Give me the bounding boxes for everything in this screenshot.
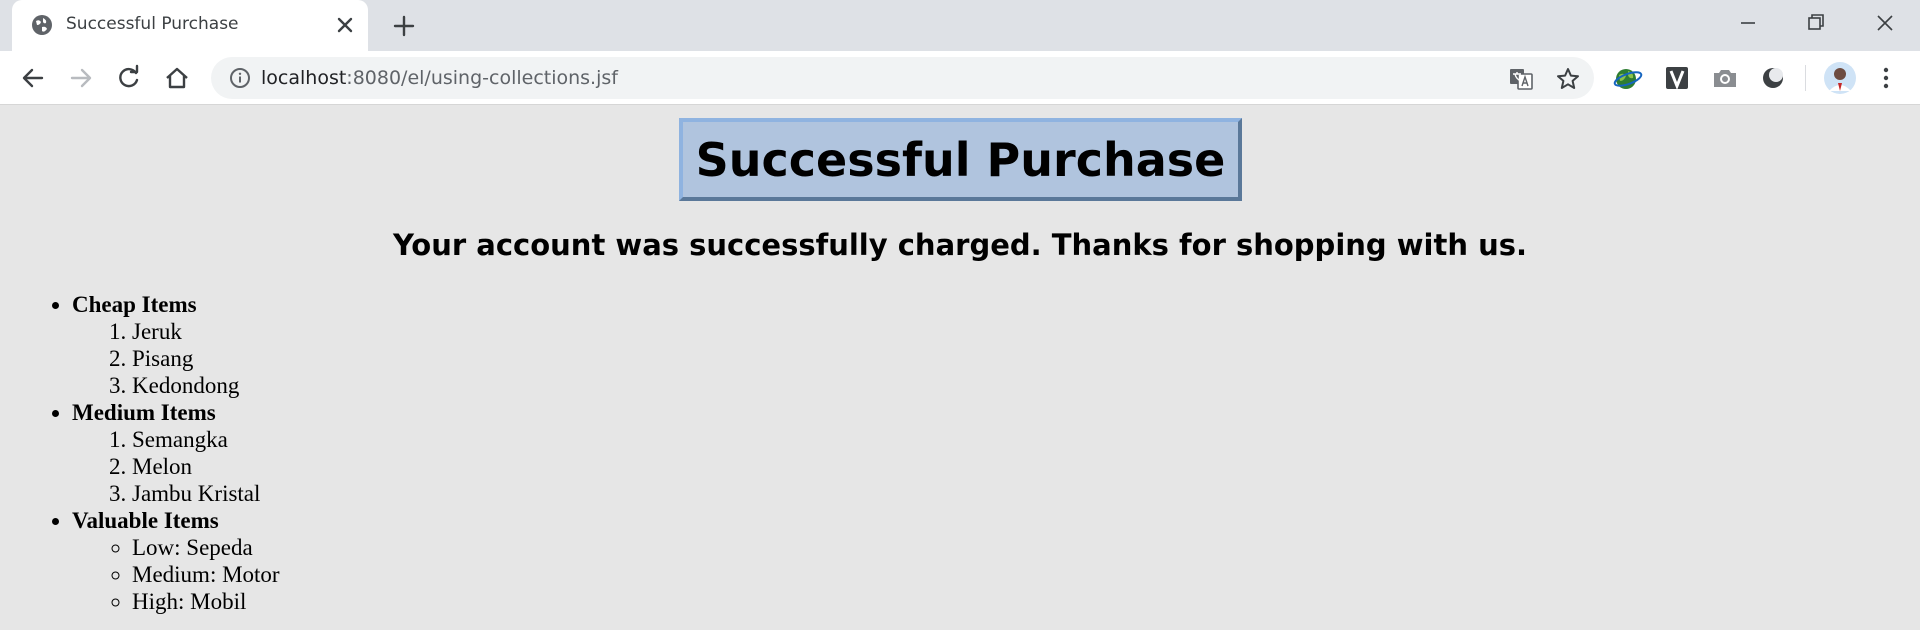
reload-icon[interactable] <box>115 64 143 92</box>
browser-toolbar: localhost:8080/el/using-collections.jsf <box>0 51 1920 105</box>
kebab-menu-icon[interactable] <box>1871 63 1901 93</box>
page-content: Successful Purchase Your account was suc… <box>0 106 1920 630</box>
toolbar-separator <box>1805 65 1806 91</box>
medium-items-list: Semangka Melon Jambu Kristal <box>72 426 280 507</box>
tab-strip: Successful Purchase <box>0 0 1920 51</box>
list-item: Melon <box>132 453 280 480</box>
translate-icon[interactable] <box>1508 66 1534 92</box>
item-categories: Cheap Items Jeruk Pisang Kedondong Mediu… <box>0 291 280 615</box>
list-item: Jambu Kristal <box>132 480 280 507</box>
vimium-icon[interactable] <box>1662 63 1692 93</box>
minimize-icon[interactable] <box>1733 8 1763 38</box>
url-path: :8080/el/using-collections.jsf <box>346 67 618 89</box>
list-item: Low: Sepeda <box>132 534 280 561</box>
camera-icon[interactable] <box>1710 63 1740 93</box>
globe-extension-icon[interactable] <box>1613 63 1643 93</box>
dark-reader-icon[interactable] <box>1758 63 1788 93</box>
close-icon[interactable] <box>334 14 356 36</box>
purchase-message: Your account was successfully charged. T… <box>392 228 1528 262</box>
arrow-right-icon[interactable] <box>67 64 95 92</box>
star-icon[interactable] <box>1555 66 1581 92</box>
arrow-left-icon[interactable] <box>19 64 47 92</box>
plus-icon[interactable] <box>391 13 417 39</box>
list-item: Kedondong <box>132 372 280 399</box>
cheap-items-list: Jeruk Pisang Kedondong <box>72 318 280 399</box>
url-host: localhost <box>261 67 347 89</box>
valuable-items-list: Low: Sepeda Medium: Motor High: Mobil <box>72 534 280 615</box>
list-item: Jeruk <box>132 318 280 345</box>
avatar[interactable] <box>1824 62 1856 94</box>
category-label: Valuable Items <box>72 508 219 533</box>
category-cheap-items: Cheap Items Jeruk Pisang Kedondong <box>72 291 280 399</box>
category-list: Cheap Items Jeruk Pisang Kedondong Mediu… <box>0 291 280 615</box>
page-title: Successful Purchase <box>695 132 1226 187</box>
restore-icon[interactable] <box>1801 8 1831 38</box>
category-medium-items: Medium Items Semangka Melon Jambu Krista… <box>72 399 280 507</box>
list-item: High: Mobil <box>132 588 280 615</box>
tab-successful-purchase[interactable]: Successful Purchase <box>12 0 368 51</box>
close-window-icon[interactable] <box>1870 8 1900 38</box>
category-valuable-items: Valuable Items Low: Sepeda Medium: Motor… <box>72 507 280 615</box>
globe-icon <box>32 15 52 35</box>
info-icon[interactable] <box>229 67 251 89</box>
home-icon[interactable] <box>163 64 191 92</box>
list-item: Pisang <box>132 345 280 372</box>
page-title-box: Successful Purchase <box>679 118 1242 201</box>
list-item: Semangka <box>132 426 280 453</box>
list-item: Medium: Motor <box>132 561 280 588</box>
category-label: Medium Items <box>72 400 216 425</box>
tab-title: Successful Purchase <box>66 14 239 34</box>
address-bar[interactable]: localhost:8080/el/using-collections.jsf <box>211 57 1594 99</box>
url-text[interactable]: localhost:8080/el/using-collections.jsf <box>261 67 618 89</box>
category-label: Cheap Items <box>72 292 197 317</box>
